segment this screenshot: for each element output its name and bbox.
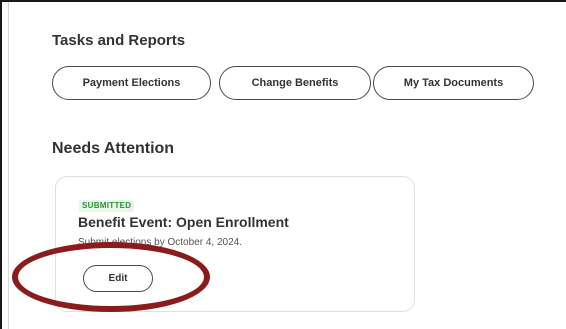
card-title: Benefit Event: Open Enrollment xyxy=(78,214,289,230)
open-enrollment-card: SUBMITTED Benefit Event: Open Enrollment… xyxy=(55,176,415,312)
payment-elections-button[interactable]: Payment Elections xyxy=(52,66,211,100)
my-tax-documents-button[interactable]: My Tax Documents xyxy=(373,66,534,100)
change-benefits-button[interactable]: Change Benefits xyxy=(219,66,371,100)
benefits-panel: Tasks and Reports Payment Elections Chan… xyxy=(8,2,566,329)
needs-attention-heading: Needs Attention xyxy=(52,140,175,157)
status-badge: SUBMITTED xyxy=(79,200,135,212)
edit-button[interactable]: Edit xyxy=(83,265,153,292)
card-subtitle: Submit elections by October 4, 2024. xyxy=(78,237,242,248)
window-frame-left xyxy=(0,0,2,329)
tasks-and-reports-heading: Tasks and Reports xyxy=(52,32,186,49)
